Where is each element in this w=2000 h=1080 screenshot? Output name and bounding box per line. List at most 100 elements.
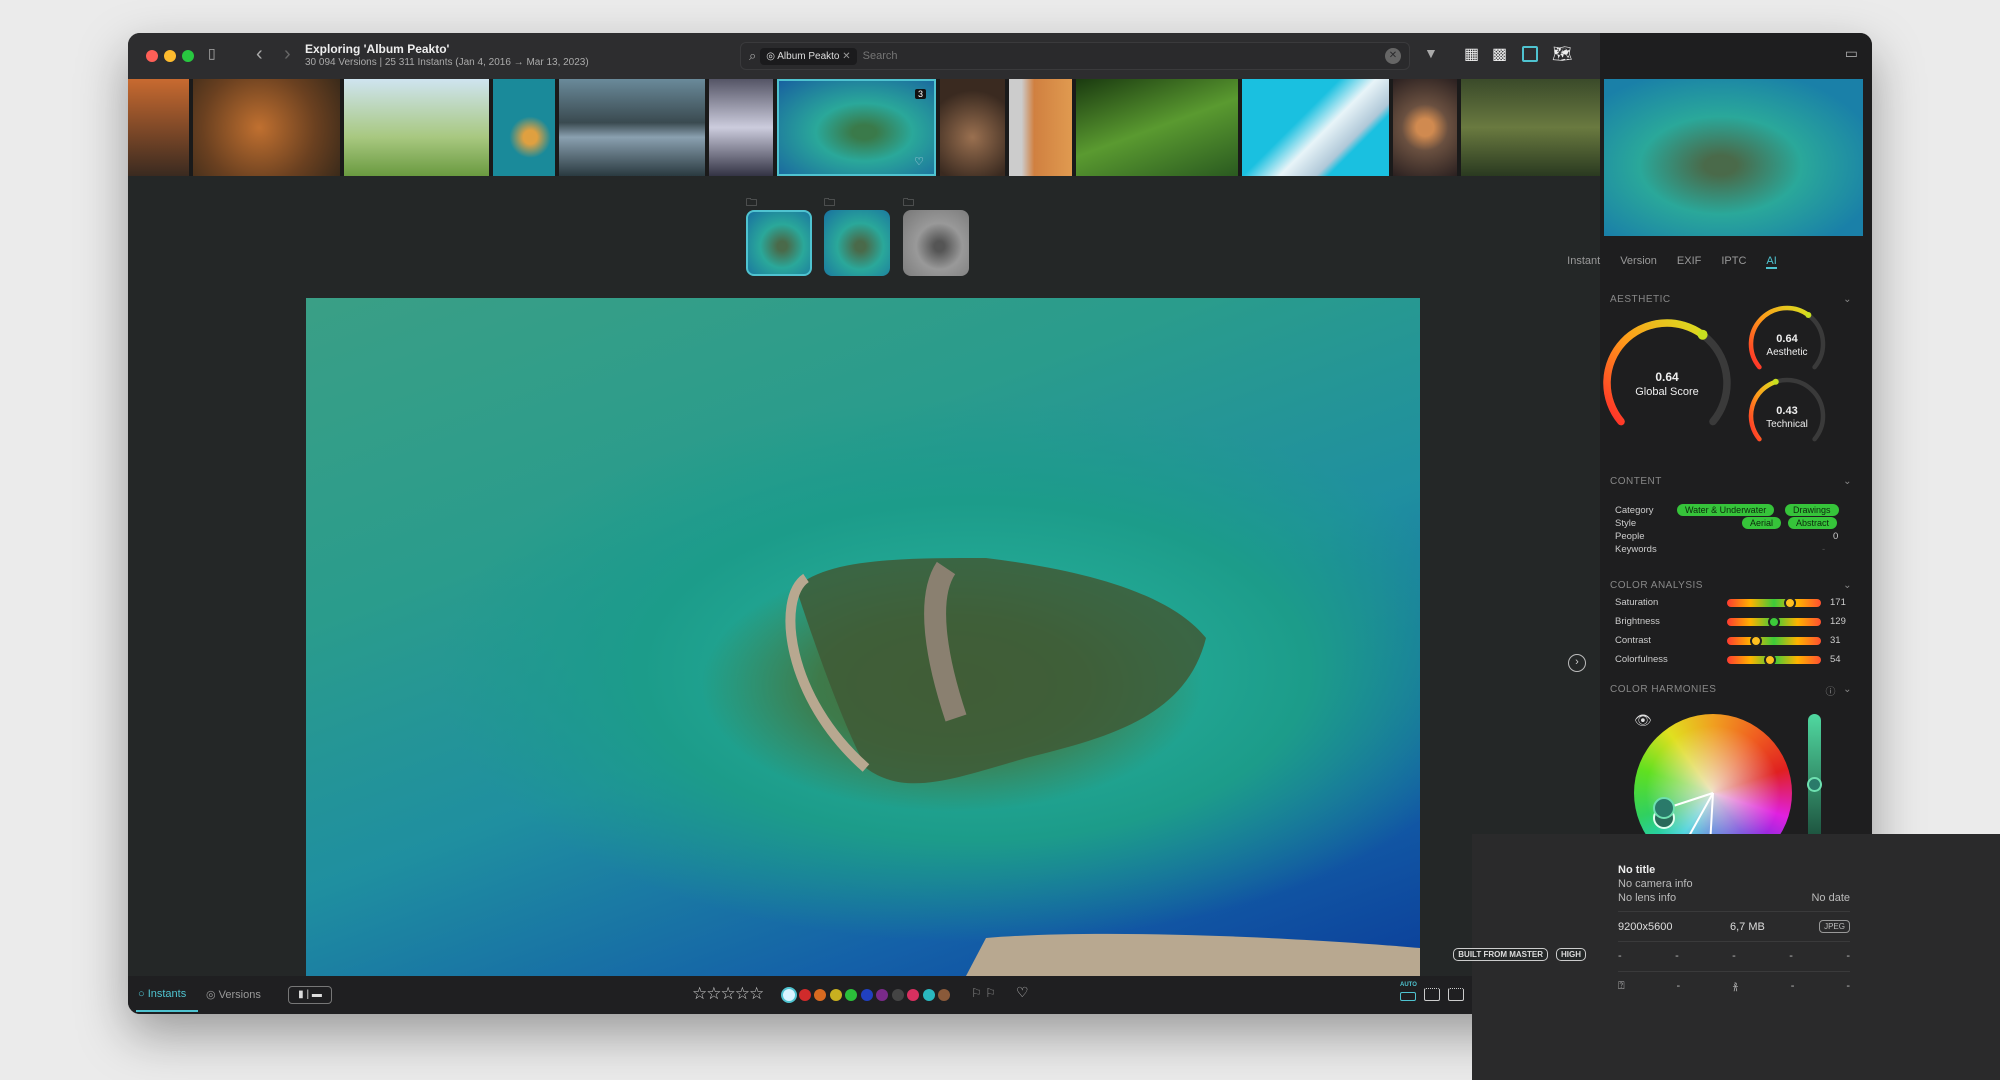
heart-icon[interactable]: ♡ bbox=[914, 155, 924, 168]
search-token[interactable]: ◎ Album Peakto ✕ bbox=[760, 47, 857, 65]
gauge-marker bbox=[1772, 378, 1779, 385]
color-label-dot[interactable] bbox=[783, 989, 795, 1001]
color-label-dot[interactable] bbox=[860, 989, 873, 1001]
category-label: Category bbox=[1615, 505, 1654, 516]
color-analysis-label: Colorfulness bbox=[1615, 654, 1668, 665]
chevron-down-icon[interactable]: ⌄ bbox=[1843, 580, 1852, 591]
version-count-badge: 3 bbox=[914, 89, 926, 99]
slider-thumb[interactable] bbox=[1768, 616, 1780, 628]
style-tag[interactable]: Aerial bbox=[1742, 517, 1782, 529]
color-label-dot[interactable] bbox=[907, 989, 919, 1001]
image-date: No date bbox=[1811, 892, 1850, 904]
filmstrip-thumbnail[interactable] bbox=[1393, 79, 1457, 176]
search-field[interactable]: ⌕ ◎ Album Peakto ✕ ✕ bbox=[740, 42, 1410, 70]
filmstrip-thumbnail[interactable] bbox=[344, 79, 489, 176]
version-thumbnail-selected[interactable] bbox=[746, 210, 812, 276]
version-thumbnail[interactable] bbox=[824, 210, 890, 276]
filter-icon[interactable]: ▼ bbox=[1424, 45, 1438, 61]
tab-iptc[interactable]: IPTC bbox=[1721, 255, 1746, 269]
color-analysis-slider[interactable] bbox=[1727, 616, 1821, 628]
filmstrip-thumbnail[interactable] bbox=[1009, 79, 1072, 176]
tab-instant[interactable]: Instant bbox=[1567, 255, 1600, 269]
filmstrip-thumbnail[interactable] bbox=[940, 79, 1005, 176]
color-label-dot[interactable] bbox=[938, 989, 950, 1001]
inspector-tabs: Instant Version EXIF IPTC AI bbox=[1472, 255, 1872, 269]
inspector-toggle-icon[interactable]: ▭ bbox=[1845, 45, 1858, 62]
forward-icon[interactable]: › bbox=[284, 43, 291, 66]
color-label-dot[interactable] bbox=[798, 989, 811, 1001]
color-label-dot[interactable] bbox=[891, 989, 904, 1001]
gauge-value: 0.64 bbox=[1776, 333, 1798, 345]
quality-badge: HIGH bbox=[1556, 948, 1586, 961]
filmstrip-thumbnail[interactable] bbox=[128, 79, 189, 176]
harmony-slider-thumb[interactable] bbox=[1807, 777, 1822, 792]
main-image[interactable] bbox=[306, 298, 1420, 976]
color-analysis-value: 129 bbox=[1830, 616, 1846, 627]
style-tag[interactable]: Abstract bbox=[1788, 517, 1838, 529]
color-label-dot[interactable] bbox=[876, 989, 888, 1001]
inspector-preview bbox=[1604, 79, 1863, 236]
sidebar-toggle-icon[interactable]: ▯ bbox=[208, 45, 216, 62]
grid-large-icon[interactable]: ▩ bbox=[1492, 44, 1507, 64]
search-input[interactable] bbox=[862, 50, 1385, 62]
filmstrip-thumbnail[interactable] bbox=[1076, 79, 1238, 176]
section-title: COLOR ANALYSIS bbox=[1610, 580, 1703, 591]
divider bbox=[1618, 971, 1850, 972]
close-button[interactable] bbox=[146, 50, 158, 62]
clear-search-icon[interactable]: ✕ bbox=[1385, 48, 1401, 64]
color-wheel[interactable] bbox=[1634, 714, 1792, 845]
auto-layout-button[interactable] bbox=[1400, 992, 1416, 1001]
filmstrip-thumbnail[interactable] bbox=[493, 79, 555, 176]
chevron-down-icon[interactable]: ⌄ bbox=[1843, 684, 1852, 695]
color-label-dot[interactable] bbox=[845, 989, 857, 1001]
image-title: No title bbox=[1618, 864, 1656, 876]
content-header[interactable]: CONTENT ⌄ bbox=[1610, 476, 1852, 487]
tab-versions[interactable]: ◎ Versions bbox=[206, 988, 261, 1001]
color-harmonies-header[interactable]: COLOR HARMONIES ⌄ ⓘ bbox=[1610, 683, 1852, 698]
filmstrip-thumbnail[interactable] bbox=[193, 79, 340, 176]
filmstrip-thumbnail[interactable] bbox=[709, 79, 773, 176]
tab-ai[interactable]: AI bbox=[1766, 255, 1777, 269]
built-from-master-badge: BUILT FROM MASTER bbox=[1453, 948, 1548, 961]
layout-full-button[interactable] bbox=[1448, 988, 1464, 1001]
minimize-button[interactable] bbox=[164, 50, 176, 62]
color-label-dot[interactable] bbox=[922, 989, 935, 1001]
remove-token-icon[interactable]: ✕ bbox=[842, 51, 850, 62]
heart-icon[interactable]: ♡ bbox=[1016, 984, 1029, 1001]
chevron-down-icon[interactable]: ⌄ bbox=[1843, 476, 1852, 487]
color-label-dot[interactable] bbox=[829, 989, 842, 1001]
category-tag[interactable]: Water & Underwater bbox=[1677, 504, 1775, 516]
display-mode-toggle[interactable]: ▮ | ▬ bbox=[288, 986, 332, 1004]
zoom-button[interactable] bbox=[182, 50, 194, 62]
flag-icon[interactable]: ⚐ ⚐ bbox=[971, 986, 996, 1000]
color-analysis-slider[interactable] bbox=[1727, 597, 1821, 609]
info-icon[interactable]: ⓘ bbox=[1826, 683, 1837, 698]
section-title: COLOR HARMONIES bbox=[1610, 684, 1717, 695]
version-thumbnail[interactable] bbox=[903, 210, 969, 276]
color-label-dot[interactable] bbox=[814, 989, 826, 1001]
grid-small-icon[interactable]: ▦ bbox=[1464, 44, 1479, 64]
color-analysis-slider[interactable] bbox=[1727, 635, 1821, 647]
back-icon[interactable]: ‹ bbox=[256, 43, 263, 66]
tab-exif[interactable]: EXIF bbox=[1677, 255, 1701, 269]
people-label: People bbox=[1615, 531, 1645, 542]
star-rating[interactable]: ☆☆☆☆☆ bbox=[692, 984, 764, 1004]
filmstrip-thumbnail-selected[interactable]: 3 ♡ bbox=[777, 79, 936, 176]
filmstrip-thumbnail[interactable] bbox=[1242, 79, 1389, 176]
unknown-icon: ⍰ bbox=[1618, 980, 1625, 992]
category-tag[interactable]: Drawings bbox=[1785, 504, 1839, 516]
color-analysis-header[interactable]: COLOR ANALYSIS ⌄ bbox=[1610, 580, 1852, 591]
next-image-button[interactable]: › bbox=[1568, 654, 1586, 672]
filmstrip-thumbnail[interactable] bbox=[559, 79, 705, 176]
gauge-marker bbox=[1697, 329, 1708, 340]
lens-info: No lens info bbox=[1618, 892, 1677, 904]
tab-version[interactable]: Version bbox=[1620, 255, 1657, 269]
filmstrip-thumbnail[interactable] bbox=[1461, 79, 1604, 176]
single-view-icon[interactable] bbox=[1522, 46, 1538, 62]
slider-thumb[interactable] bbox=[1783, 597, 1796, 609]
tab-instants[interactable]: ○ Instants bbox=[138, 988, 186, 1000]
layout-filmstrip-button[interactable] bbox=[1424, 988, 1440, 1001]
map-icon[interactable]: 🗺︎ bbox=[1552, 44, 1572, 64]
color-analysis-slider[interactable] bbox=[1727, 654, 1821, 666]
filmstrip: 3 ♡ bbox=[128, 79, 1604, 176]
